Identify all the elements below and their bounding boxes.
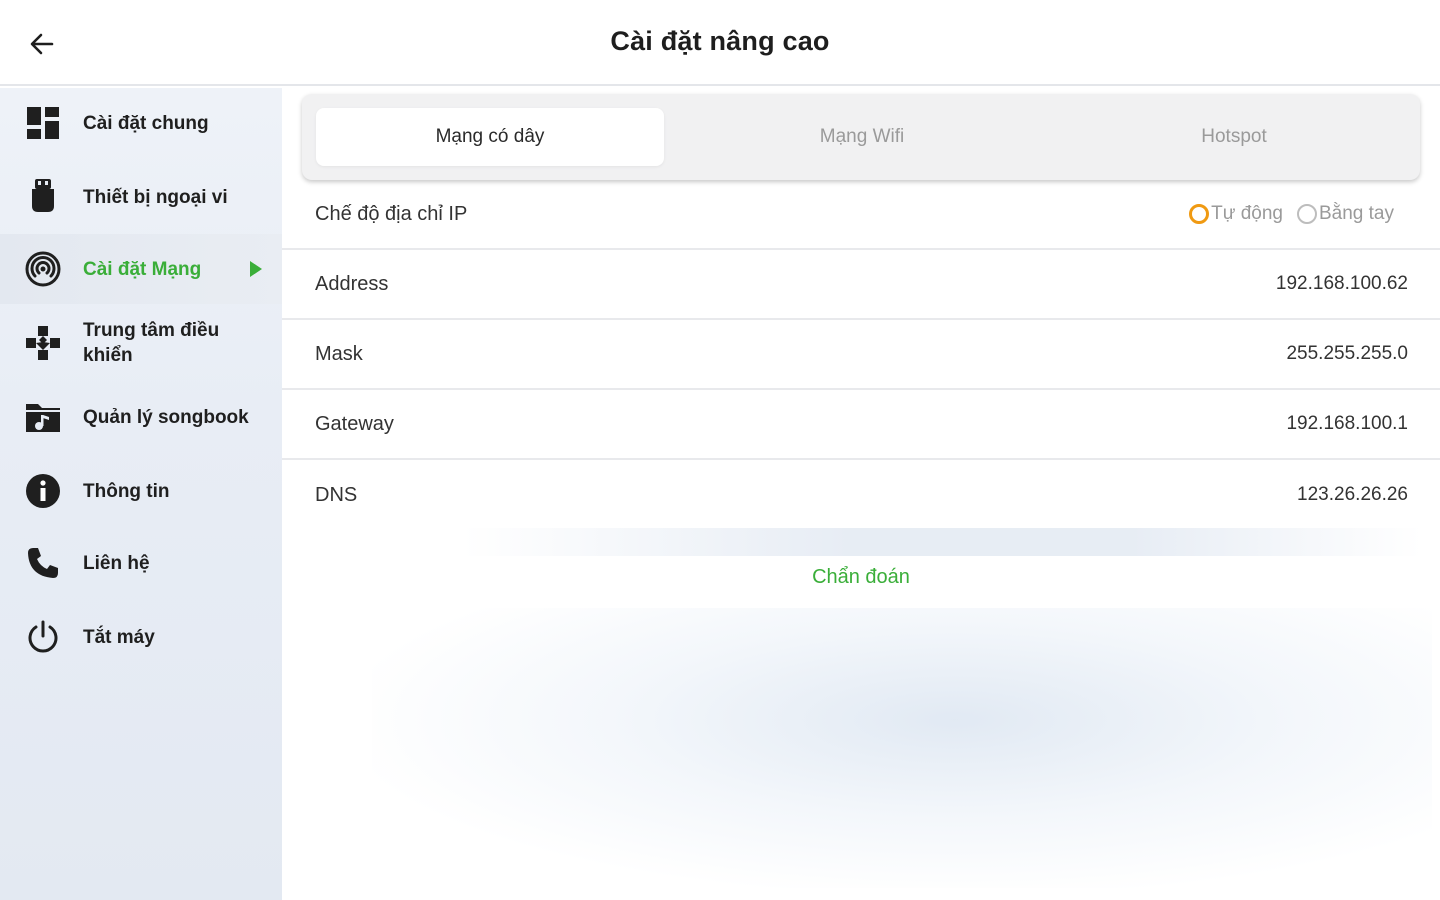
mask-row: Mask 255.255.255.0	[282, 320, 1440, 390]
sidebar: Cài đặt chung Thiết bị ngoại vi Cài đặt …	[0, 88, 282, 900]
dns-value: 123.26.26.26	[1297, 484, 1408, 505]
active-arrow-icon	[250, 261, 262, 277]
background-decoration	[462, 528, 1422, 556]
gateway-row: Gateway 192.168.100.1	[282, 390, 1440, 460]
tab-wifi-network[interactable]: Mạng Wifi	[688, 108, 1036, 166]
radio-unselected-icon	[1297, 204, 1317, 224]
radio-manual[interactable]: Bằng tay	[1297, 203, 1394, 225]
diagnose-button[interactable]: Chẩn đoán	[282, 566, 1440, 589]
dashboard-icon	[24, 104, 62, 142]
sidebar-item-control-center[interactable]: Trung tâm điều khiển	[0, 308, 282, 378]
address-row: Address 192.168.100.62	[282, 250, 1440, 320]
top-bar: Cài đặt nâng cao	[0, 0, 1440, 86]
tab-wired-network[interactable]: Mạng có dây	[316, 108, 664, 166]
radio-automatic[interactable]: Tự động	[1189, 203, 1283, 225]
radio-label: Tự động	[1211, 203, 1283, 224]
sidebar-item-label: Trung tâm điều khiển	[83, 320, 220, 366]
sidebar-item-label: Tắt máy	[83, 626, 155, 648]
peripheral-icon	[24, 178, 62, 216]
gateway-value: 192.168.100.1	[1286, 413, 1408, 434]
info-icon	[24, 472, 62, 510]
gamepad-icon	[24, 324, 62, 362]
sidebar-item-label: Cài đặt Mạng	[83, 258, 202, 280]
field-key: Mask	[315, 342, 363, 365]
sidebar-item-peripherals[interactable]: Thiết bị ngoại vi	[0, 162, 282, 232]
network-settings-panel: Mạng có dây Mạng Wifi Hotspot Chế độ địa…	[282, 88, 1440, 900]
power-icon	[24, 618, 62, 656]
sidebar-item-label: Liên hệ	[83, 552, 150, 574]
page-title: Cài đặt nâng cao	[610, 26, 830, 56]
tab-bar: Mạng có dây Mạng Wifi Hotspot	[302, 94, 1420, 180]
field-key: Address	[315, 272, 389, 295]
music-folder-icon	[24, 398, 62, 436]
radio-label: Bằng tay	[1319, 203, 1394, 224]
sidebar-item-label: Cài đặt chung	[83, 112, 209, 134]
field-key: Gateway	[315, 412, 394, 435]
sidebar-item-network-settings[interactable]: Cài đặt Mạng	[0, 234, 282, 304]
sidebar-item-shutdown[interactable]: Tắt máy	[0, 602, 282, 672]
ip-mode-label: Chế độ địa chỉ IP	[315, 202, 468, 225]
sidebar-item-songbook[interactable]: Quản lý songbook	[0, 382, 282, 452]
mask-value: 255.255.255.0	[1286, 343, 1408, 364]
sidebar-item-label: Quản lý songbook	[83, 406, 249, 428]
dns-row: DNS 123.26.26.26	[282, 460, 1440, 530]
radio-selected-icon	[1189, 204, 1210, 224]
tab-hotspot[interactable]: Hotspot	[1060, 108, 1408, 166]
sidebar-item-info[interactable]: Thông tin	[0, 456, 282, 526]
ip-mode-row: Chế độ địa chỉ IP Tự động Bằng tay	[282, 180, 1440, 250]
background-decoration	[372, 608, 1432, 888]
sidebar-item-label: Thiết bị ngoại vi	[83, 186, 228, 208]
sidebar-item-contact[interactable]: Liên hệ	[0, 528, 282, 598]
network-icon	[24, 250, 62, 288]
address-value: 192.168.100.62	[1275, 273, 1408, 294]
phone-icon	[24, 544, 62, 582]
sidebar-item-general-settings[interactable]: Cài đặt chung	[0, 88, 282, 158]
sidebar-item-label: Thông tin	[83, 480, 170, 502]
field-key: DNS	[315, 483, 358, 506]
ip-mode-radio-group: Tự động Bằng tay	[1189, 203, 1394, 225]
